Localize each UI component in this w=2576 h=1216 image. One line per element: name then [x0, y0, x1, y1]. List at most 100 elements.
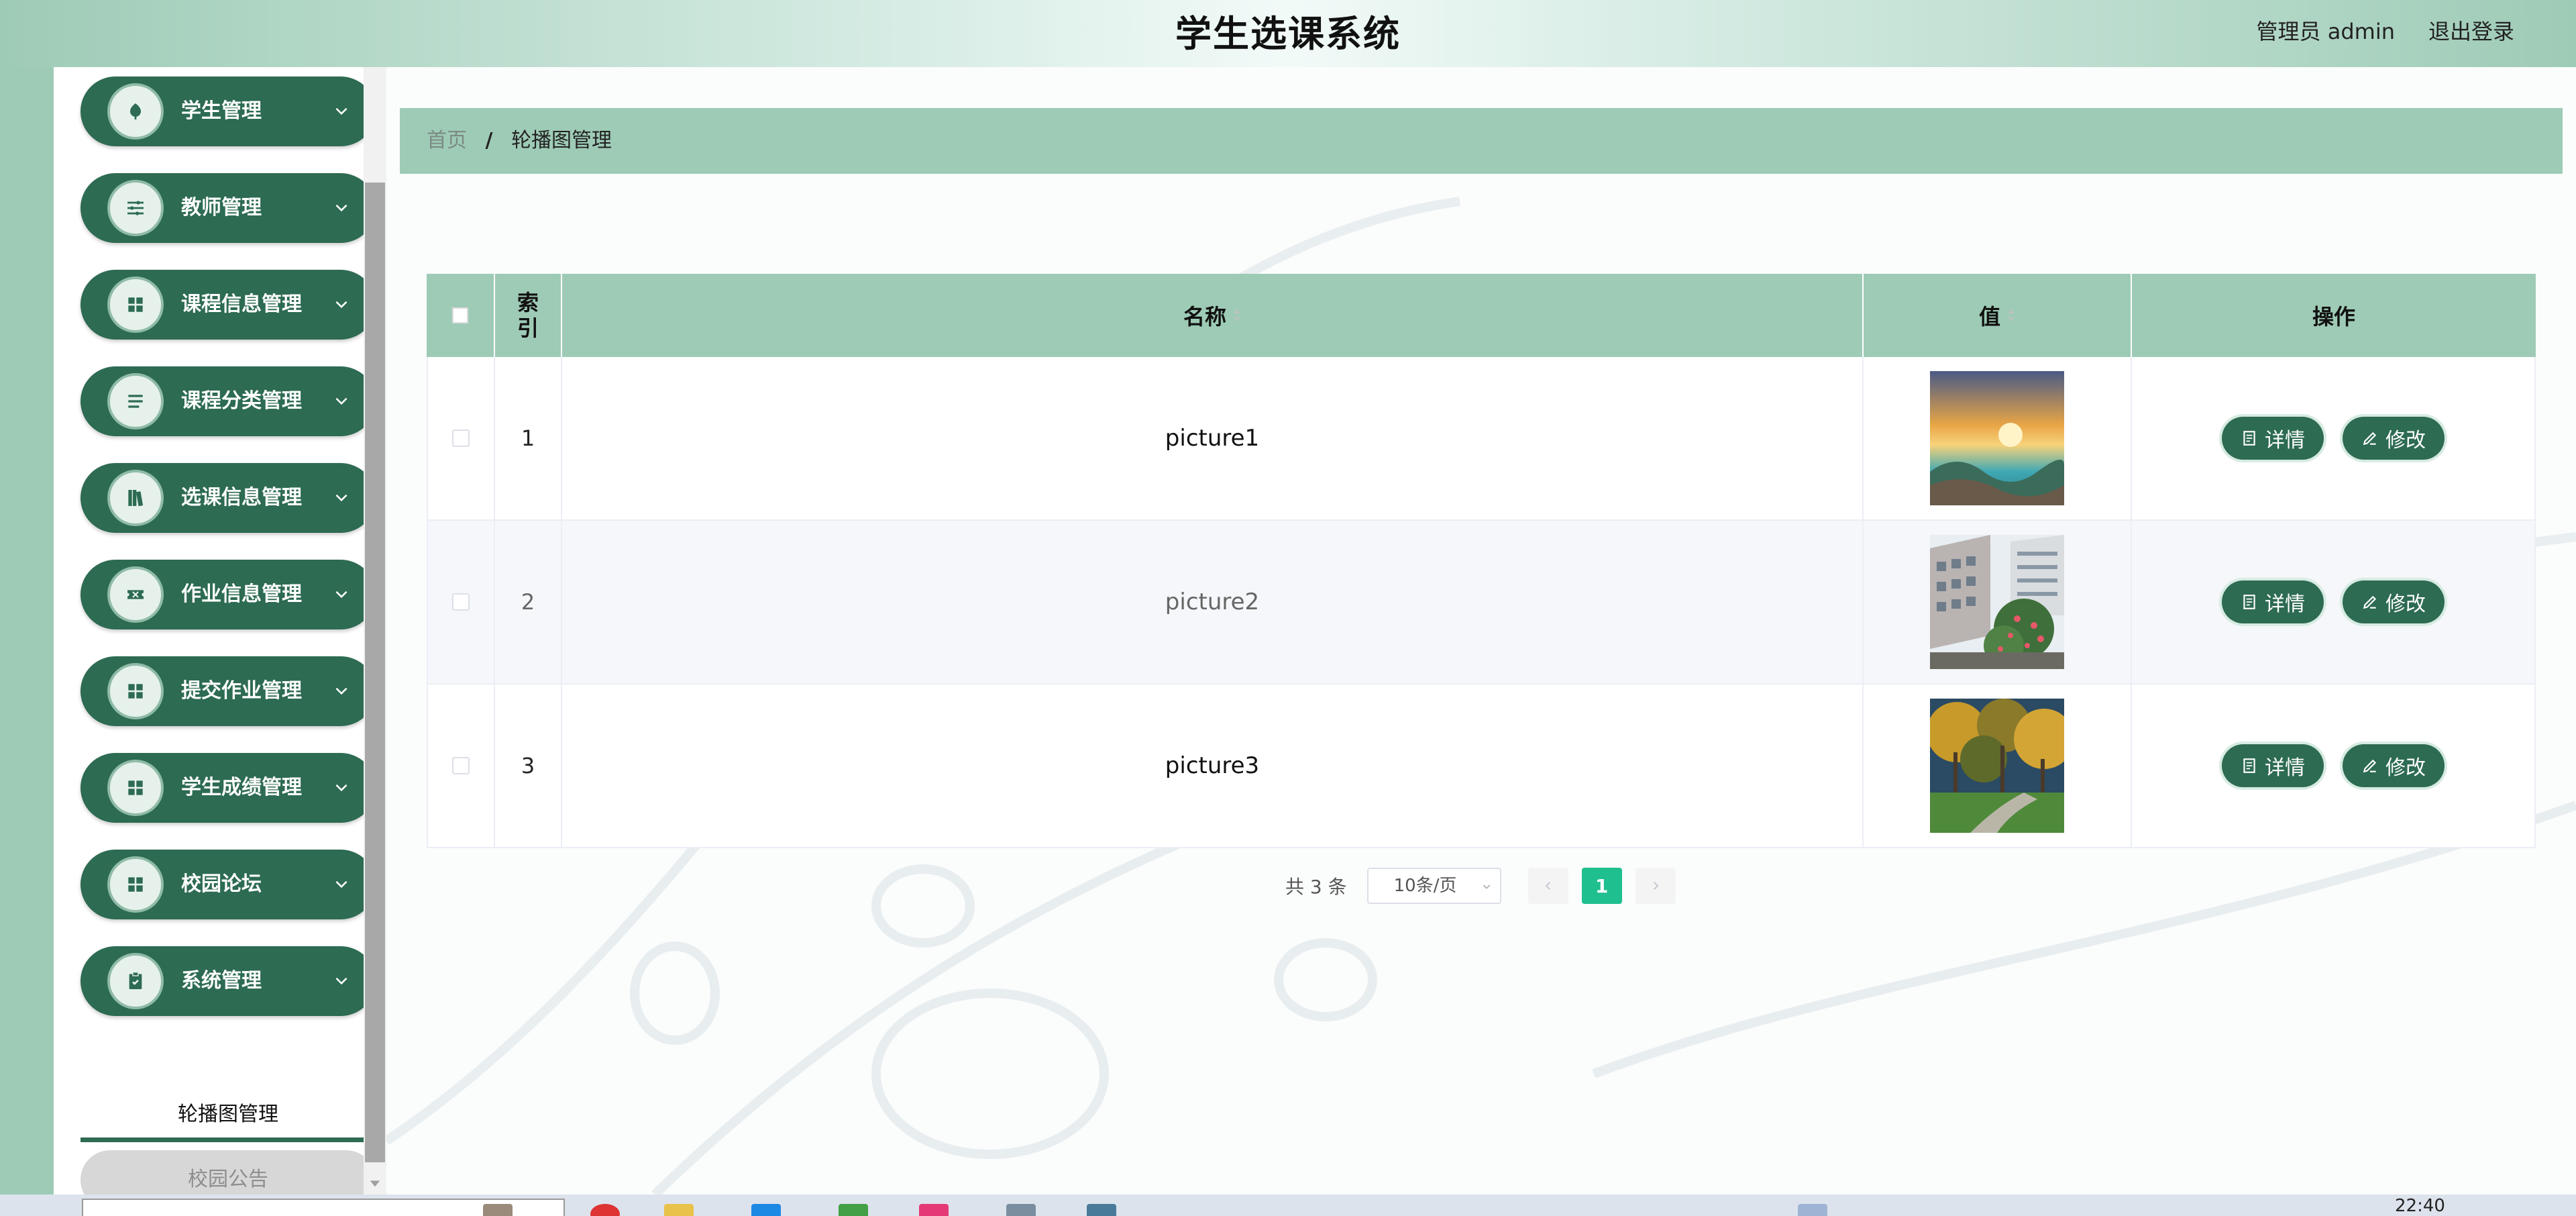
- detail-button-label: 详情: [2265, 756, 2305, 780]
- row-name: picture2: [561, 521, 1862, 683]
- sort-icon[interactable]: [1233, 307, 1241, 323]
- logout-link[interactable]: 退出登录: [2428, 15, 2514, 46]
- row-checkbox[interactable]: [452, 429, 470, 447]
- sliders-icon: [107, 180, 164, 236]
- sidebar-item-label: 课程信息管理: [181, 293, 302, 316]
- chevron-down-icon: [335, 301, 347, 309]
- detail-button[interactable]: 详情: [2222, 744, 2324, 787]
- sort-icon[interactable]: [2007, 307, 2015, 323]
- taskbar-app-icon[interactable]: [751, 1204, 781, 1216]
- sidebar-item-campus-forum[interactable]: 校园论坛: [80, 850, 376, 919]
- header-actions: 操作: [2131, 274, 2536, 357]
- breadcrumb: 首页 / 轮播图管理: [400, 108, 2563, 174]
- row-value-cell: [1862, 685, 2131, 847]
- sidebar-item-submit-homework[interactable]: 提交作业管理: [80, 656, 376, 726]
- app-title: 学生选课系统: [1175, 13, 1401, 55]
- detail-button[interactable]: 详情: [2222, 417, 2324, 460]
- breadcrumb-home-link[interactable]: 首页: [427, 129, 467, 152]
- pencil-icon: [2363, 432, 2377, 446]
- header-name[interactable]: 名称: [561, 274, 1862, 357]
- sidebar-item-student-grades[interactable]: 学生成绩管理: [80, 753, 376, 823]
- taskbar-app-icon[interactable]: [1087, 1204, 1116, 1216]
- left-accent-strip: [0, 67, 54, 1195]
- taskbar-tray-icon[interactable]: [1798, 1204, 1827, 1216]
- chevron-down-icon: [335, 494, 347, 502]
- sidebar-item-course-selection[interactable]: 选课信息管理: [80, 463, 376, 533]
- row-name: picture1: [561, 357, 1862, 519]
- prev-page-button[interactable]: [1527, 868, 1568, 904]
- taskbar-app-icon[interactable]: [590, 1204, 620, 1216]
- row-checkbox[interactable]: [452, 757, 470, 774]
- taskbar-app-icon[interactable]: [919, 1204, 949, 1216]
- pagination: 共 3 条 10条/页 1: [1285, 867, 1676, 905]
- chevron-down-icon: [1483, 884, 1490, 889]
- list-icon: [107, 373, 164, 429]
- header-select-cell: [427, 274, 494, 357]
- taskbar-clock: 22:40: [2395, 1196, 2445, 1216]
- row-actions: 详情 修改: [2131, 521, 2536, 683]
- edit-button-label: 修改: [2385, 756, 2426, 780]
- scroll-down-arrow-icon[interactable]: [369, 1177, 381, 1189]
- detail-button-label: 详情: [2265, 593, 2305, 616]
- taskbar-app-icon[interactable]: [483, 1204, 513, 1216]
- row-actions: 详情 修改: [2131, 685, 2536, 847]
- sidebar-item-label: 课程分类管理: [181, 389, 302, 413]
- row-index: 1: [494, 357, 561, 519]
- admin-user-label: 管理员 admin: [2256, 19, 2395, 44]
- page-number-1[interactable]: 1: [1581, 868, 1622, 904]
- edit-button[interactable]: 修改: [2343, 744, 2445, 787]
- select-all-checkbox[interactable]: [452, 307, 468, 323]
- edit-button[interactable]: 修改: [2343, 580, 2445, 623]
- chevron-right-icon: [1653, 882, 1658, 890]
- sidebar: 学生管理 教师管理 课程信息管理 课程分类管理 选课信息管理 作业信息管理 提交…: [54, 67, 376, 1209]
- campus-building-image[interactable]: [1930, 535, 2064, 669]
- grid-icon: [107, 856, 164, 913]
- row-select-cell: [427, 685, 494, 847]
- header-value[interactable]: 值: [1862, 274, 2131, 357]
- sidebar-item-system-management[interactable]: 系统管理: [80, 946, 376, 1016]
- row-select-cell: [427, 521, 494, 683]
- header-actions-label: 操作: [2312, 304, 2355, 330]
- chevron-down-icon: [335, 977, 347, 985]
- grid-icon: [107, 663, 164, 719]
- pencil-icon: [2363, 595, 2377, 609]
- header-index-line2: 引: [517, 315, 539, 341]
- scrollbar-thumb[interactable]: [365, 183, 385, 1162]
- chevron-down-icon: [335, 107, 347, 115]
- header-index: 索 引: [494, 274, 561, 357]
- detail-button[interactable]: 详情: [2222, 580, 2324, 623]
- sidebar-subitem-carousel-management[interactable]: 轮播图管理: [80, 1094, 376, 1142]
- sunset-sea-image[interactable]: [1930, 371, 2064, 505]
- row-index: 2: [494, 521, 561, 683]
- grid-icon: [107, 276, 164, 333]
- header-value-label: 值: [1978, 304, 2000, 330]
- sidebar-item-student-management[interactable]: 学生管理: [80, 77, 376, 146]
- row-select-cell: [427, 357, 494, 519]
- autumn-trees-image[interactable]: [1930, 699, 2064, 833]
- edit-button-label: 修改: [2385, 429, 2426, 452]
- next-page-button[interactable]: [1635, 868, 1676, 904]
- taskbar-app-icon[interactable]: [839, 1204, 868, 1216]
- detail-button-label: 详情: [2265, 429, 2305, 452]
- chevron-down-icon: [335, 591, 347, 599]
- taskbar-app-icon[interactable]: [1006, 1204, 1036, 1216]
- sidebar-item-label: 校园论坛: [181, 872, 262, 896]
- table-row: 2 picture2 详情 修改: [427, 521, 2536, 685]
- document-icon: [2243, 595, 2255, 609]
- sidebar-item-teacher-management[interactable]: 教师管理: [80, 173, 376, 243]
- breadcrumb-separator: /: [485, 129, 493, 152]
- sidebar-scrollbar[interactable]: [364, 67, 386, 1201]
- page-size-value: 10条/页: [1393, 876, 1457, 896]
- chevron-down-icon: [335, 204, 347, 212]
- sidebar-item-homework-info[interactable]: 作业信息管理: [80, 560, 376, 629]
- chevron-down-icon: [335, 397, 347, 405]
- page-size-select[interactable]: 10条/页: [1366, 868, 1501, 904]
- row-checkbox[interactable]: [452, 593, 470, 611]
- row-value-cell: [1862, 521, 2131, 683]
- edit-button[interactable]: 修改: [2343, 417, 2445, 460]
- sidebar-item-course-category[interactable]: 课程分类管理: [80, 366, 376, 436]
- sidebar-item-course-info[interactable]: 课程信息管理: [80, 270, 376, 340]
- taskbar-app-icon[interactable]: [664, 1204, 694, 1216]
- carousel-table: 索 引 名称 值 操作 1 picture1 详情 修改 2 picture2 …: [427, 274, 2536, 848]
- sidebar-item-label: 学生管理: [181, 99, 262, 123]
